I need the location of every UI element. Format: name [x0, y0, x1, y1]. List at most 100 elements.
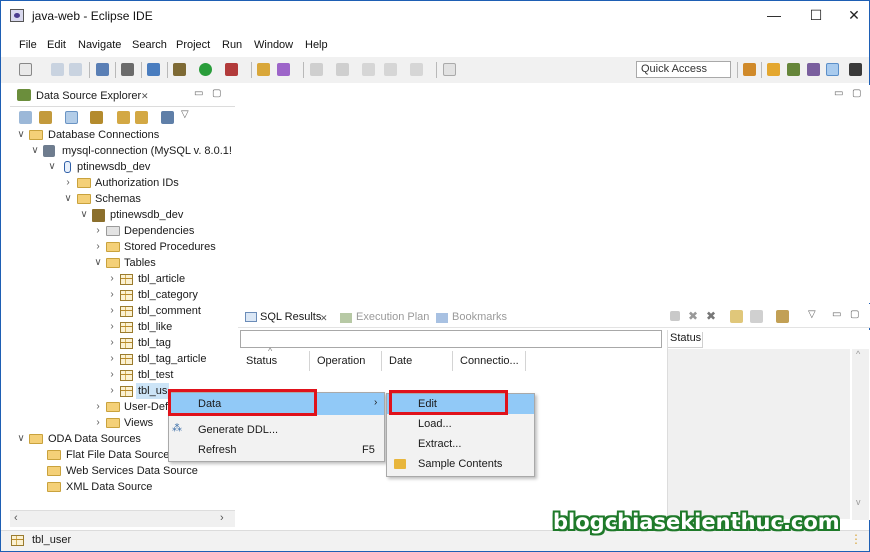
chevron-right-icon[interactable]: › [107, 287, 117, 303]
database-perspective-icon[interactable] [826, 63, 839, 76]
link-editor-icon[interactable] [39, 111, 52, 124]
chevron-right-icon[interactable]: › [107, 383, 117, 399]
chevron-down-icon[interactable]: ∨ [79, 207, 89, 223]
chevron-down-icon[interactable]: ∨ [63, 191, 73, 207]
menu-search[interactable]: Search [132, 39, 167, 51]
debug-perspective-icon[interactable] [787, 63, 800, 76]
java-ee-perspective-icon[interactable] [767, 63, 780, 76]
next-annotation-icon[interactable] [310, 63, 323, 76]
results-minimize-icon[interactable]: ▭ [832, 309, 841, 320]
menu-project[interactable]: Project [176, 39, 210, 51]
column-operation[interactable]: Operation [317, 355, 365, 367]
chevron-right-icon[interactable]: › [107, 367, 117, 383]
chevron-right-icon[interactable]: › [93, 223, 103, 239]
explorer-title[interactable]: Data Source Explorer [36, 90, 141, 102]
editor-maximize-icon[interactable]: ▢ [852, 88, 861, 99]
close-button[interactable]: ✕ [834, 4, 870, 28]
debug-icon[interactable] [173, 63, 186, 76]
scroll-left-icon[interactable]: ‹ [14, 512, 18, 524]
terminal-icon[interactable] [96, 63, 109, 76]
tab-bookmarks[interactable]: Bookmarks [452, 311, 507, 323]
result-view-icon[interactable] [750, 310, 763, 323]
menu-window[interactable]: Window [254, 39, 293, 51]
open-folder-icon[interactable] [257, 63, 270, 76]
chevron-down-icon[interactable]: ∨ [93, 255, 103, 271]
chevron-right-icon[interactable]: › [107, 303, 117, 319]
submenu-item-sample-contents[interactable]: Sample Contents [418, 458, 502, 470]
chevron-right-icon[interactable]: › [107, 271, 117, 287]
chevron-right-icon[interactable]: › [107, 335, 117, 351]
column-date[interactable]: Date [389, 355, 412, 367]
maximize-button[interactable]: ☐ [796, 4, 836, 28]
chevron-right-icon[interactable]: › [107, 319, 117, 335]
save-profile-icon[interactable] [161, 111, 174, 124]
chevron-down-icon[interactable]: ∨ [16, 431, 26, 447]
sql-results-close-icon[interactable]: ✕ [320, 313, 328, 324]
submenu-item-load[interactable]: Load... [418, 418, 452, 430]
preferences-icon[interactable] [776, 310, 789, 323]
chevron-down-icon[interactable]: ∨ [16, 127, 26, 143]
chevron-right-icon[interactable]: › [63, 175, 73, 191]
column-status[interactable]: Status [246, 355, 277, 367]
scroll-right-icon[interactable]: › [220, 512, 224, 524]
save-icon[interactable] [51, 63, 64, 76]
menu-file[interactable]: File [19, 39, 37, 51]
forward-icon[interactable] [410, 63, 423, 76]
minimize-button[interactable]: — [754, 4, 794, 28]
menu-navigate[interactable]: Navigate [78, 39, 121, 51]
explorer-horizontal-scrollbar[interactable]: ‹ › [10, 510, 235, 527]
last-edit-icon[interactable] [362, 63, 375, 76]
run-icon[interactable] [199, 63, 212, 76]
import-icon[interactable] [117, 111, 130, 124]
export-icon[interactable] [135, 111, 148, 124]
scroll-up-icon[interactable]: ^ [856, 349, 860, 359]
results-view-menu-icon[interactable]: ▽ [808, 309, 816, 320]
menu-item-refresh[interactable]: Refresh [198, 444, 237, 456]
tab-sql-results[interactable]: SQL Results [260, 311, 321, 323]
menu-help[interactable]: Help [305, 39, 328, 51]
explorer-maximize-icon[interactable]: ▢ [212, 88, 221, 99]
chevron-down-icon[interactable]: ∨ [30, 143, 40, 159]
chevron-right-icon[interactable]: › [93, 239, 103, 255]
external-tools-icon[interactable] [225, 63, 238, 76]
skip-breakpoints-icon[interactable] [121, 63, 134, 76]
remove-all-icon[interactable]: ✖ [706, 309, 716, 323]
menu-run[interactable]: Run [222, 39, 242, 51]
data-source-explorer-icon [17, 89, 31, 101]
annotation-icon[interactable] [277, 63, 290, 76]
menu-edit[interactable]: Edit [47, 39, 66, 51]
new-connection-icon[interactable] [90, 111, 103, 124]
back-icon[interactable] [384, 63, 397, 76]
terminate-icon[interactable] [670, 311, 680, 321]
java-perspective-icon[interactable] [849, 63, 862, 76]
pin-editor-icon[interactable] [443, 63, 456, 76]
open-perspective-icon[interactable] [743, 63, 756, 76]
editor-minimize-icon[interactable]: ▭ [834, 88, 843, 99]
tab-execution-plan[interactable]: Execution Plan [356, 311, 429, 323]
results-maximize-icon[interactable]: ▢ [850, 309, 859, 320]
results-filter-input[interactable] [240, 330, 662, 348]
git-perspective-icon[interactable] [807, 63, 820, 76]
save-all-icon[interactable] [69, 63, 82, 76]
quick-access-input[interactable]: Quick Access [636, 61, 731, 78]
new-file-icon[interactable] [19, 63, 32, 76]
remove-result-icon[interactable]: ✖ [688, 309, 698, 323]
detail-vertical-scrollbar[interactable]: ^ v [852, 349, 869, 520]
explorer-close-icon[interactable]: ✕ [141, 91, 149, 102]
tree-view-icon[interactable] [65, 111, 78, 124]
chevron-right-icon[interactable]: › [93, 415, 103, 431]
prev-annotation-icon[interactable] [336, 63, 349, 76]
detail-status-header[interactable]: Status [668, 332, 703, 348]
scroll-down-icon[interactable]: v [856, 497, 861, 507]
submenu-item-extract[interactable]: Extract... [418, 438, 461, 450]
column-connection[interactable]: Connectio... [460, 355, 519, 367]
filter-results-icon[interactable] [730, 310, 743, 323]
menu-item-generate-ddl[interactable]: Generate DDL... [198, 424, 278, 436]
view-menu-icon[interactable]: ▽ [181, 109, 189, 120]
chevron-down-icon[interactable]: ∨ [47, 159, 57, 175]
collapse-all-icon[interactable] [19, 111, 32, 124]
explorer-minimize-icon[interactable]: ▭ [194, 88, 203, 99]
chevron-right-icon[interactable]: › [107, 351, 117, 367]
chevron-right-icon[interactable]: › [93, 399, 103, 415]
sql-editor-icon[interactable] [147, 63, 160, 76]
